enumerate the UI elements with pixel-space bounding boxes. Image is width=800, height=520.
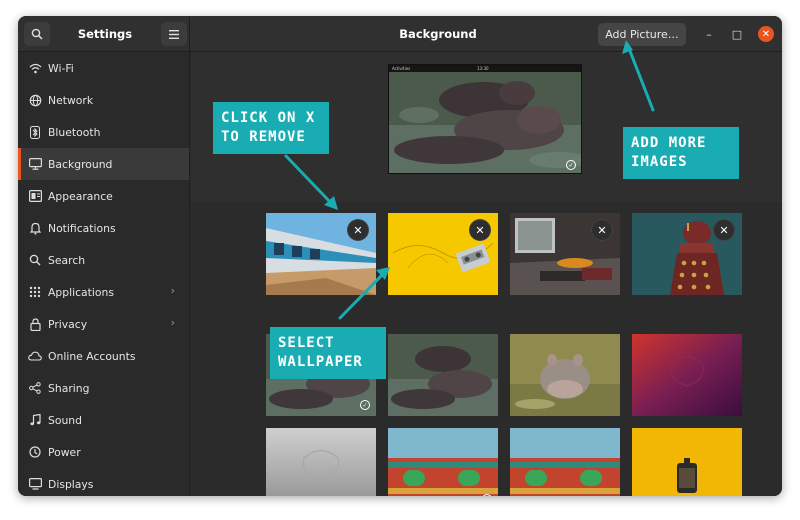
- hippo-wallpaper-image: [388, 334, 498, 416]
- bell-icon: [28, 221, 42, 235]
- sidebar-item-displays[interactable]: Displays: [18, 468, 189, 496]
- add-picture-button[interactable]: Add Picture…: [598, 23, 686, 46]
- colorful-pattern-wallpaper-image: [510, 428, 620, 496]
- purple-gradient-wallpaper-image: [632, 334, 742, 416]
- sidebar-item-wifi[interactable]: Wi-Fi: [18, 52, 189, 84]
- close-button[interactable]: ✕: [758, 26, 774, 42]
- sidebar-item-label: Notifications: [48, 221, 116, 235]
- preview-activities-label: Activities: [392, 66, 411, 71]
- hippo-wallpaper-preview: [389, 65, 581, 173]
- sidebar-item-online-accounts[interactable]: Online Accounts: [18, 340, 189, 372]
- sidebar-item-privacy[interactable]: Privacy ›: [18, 308, 189, 340]
- sidebar-item-label: Background: [48, 157, 113, 171]
- colorful-pattern-wallpaper-image: [388, 428, 498, 496]
- sidebar-item-label: Privacy: [48, 317, 88, 331]
- header-bar: Settings Background Add Picture… – □ ✕: [18, 16, 782, 52]
- sidebar-item-label: Search: [48, 253, 86, 267]
- sidebar-item-power[interactable]: Power: [18, 436, 189, 468]
- sidebar-item-label: Power: [48, 445, 81, 459]
- wallpaper-thumb-record-player[interactable]: ✕: [510, 213, 620, 295]
- power-icon: [28, 445, 42, 459]
- music-note-icon: [28, 413, 42, 427]
- wallpaper-thumb-grey[interactable]: [266, 428, 376, 496]
- callout-line: WALLPAPER: [278, 354, 363, 370]
- remove-wallpaper-button[interactable]: ✕: [591, 219, 613, 241]
- settings-window: Settings Background Add Picture… – □ ✕ W…: [18, 16, 782, 496]
- remove-wallpaper-button[interactable]: ✕: [347, 219, 369, 241]
- sidebar: Wi-Fi Network Bluetooth Background Appea…: [18, 52, 190, 496]
- film-canister-wallpaper-image: [632, 428, 742, 496]
- cloud-icon: [28, 349, 42, 363]
- sidebar-item-label: Applications: [48, 285, 114, 299]
- callout-line: CLICK ON X: [221, 110, 316, 126]
- network-icon: [28, 93, 42, 107]
- wallpaper-thumb-hippos-2[interactable]: [388, 334, 498, 416]
- preview-clock-label: 13:30: [477, 66, 489, 71]
- callout-line: SELECT: [278, 335, 335, 351]
- sidebar-item-background[interactable]: Background: [18, 148, 189, 180]
- window-title: Background: [399, 27, 477, 41]
- sidebar-item-search[interactable]: Search: [18, 244, 189, 276]
- wifi-icon: [28, 61, 42, 75]
- wallpaper-thumb-pattern-1[interactable]: ✓: [388, 428, 498, 496]
- selected-check-icon: ✓: [566, 160, 576, 170]
- selected-check-icon: ✓: [360, 400, 370, 410]
- maximize-button[interactable]: □: [729, 26, 745, 42]
- hippo-water-wallpaper-image: [510, 334, 620, 416]
- chevron-right-icon: ›: [170, 316, 175, 329]
- sidebar-item-bluetooth[interactable]: Bluetooth: [18, 116, 189, 148]
- hamburger-menu-icon: [169, 29, 179, 39]
- remove-wallpaper-button[interactable]: ✕: [713, 219, 735, 241]
- appearance-icon: [28, 189, 42, 203]
- sidebar-item-label: Sound: [48, 413, 82, 427]
- display-icon: [28, 477, 42, 491]
- search-icon: [31, 28, 43, 40]
- callout-line: TO REMOVE: [221, 129, 306, 145]
- sidebar-item-label: Bluetooth: [48, 125, 101, 139]
- sidebar-item-label: Online Accounts: [48, 349, 136, 363]
- preview-top-bar: Activities 13:30: [389, 65, 581, 72]
- wallpaper-thumb-cassette[interactable]: ✕: [388, 213, 498, 295]
- sidebar-item-sharing[interactable]: Sharing: [18, 372, 189, 404]
- apps-grid-icon: [28, 285, 42, 299]
- callout-select-wallpaper: SELECT WALLPAPER: [270, 327, 386, 379]
- grey-gradient-wallpaper-image: [266, 428, 376, 496]
- wallpaper-thumb-train[interactable]: ✕: [266, 213, 376, 295]
- sidebar-item-sound[interactable]: Sound: [18, 404, 189, 436]
- sidebar-item-appearance[interactable]: Appearance: [18, 180, 189, 212]
- wallpaper-thumb-pattern-2[interactable]: [510, 428, 620, 496]
- lock-icon: [28, 317, 42, 331]
- bluetooth-icon: [28, 125, 42, 139]
- sidebar-item-label: Network: [48, 93, 94, 107]
- monitor-icon: [28, 157, 42, 171]
- sidebar-header: Settings: [18, 16, 190, 52]
- menu-button[interactable]: [161, 22, 187, 46]
- sidebar-item-notifications[interactable]: Notifications: [18, 212, 189, 244]
- settings-title: Settings: [77, 27, 133, 41]
- wallpaper-thumb-dalek[interactable]: ✕: [632, 213, 742, 295]
- sidebar-item-label: Displays: [48, 477, 94, 491]
- share-icon: [28, 381, 42, 395]
- remove-wallpaper-button[interactable]: ✕: [469, 219, 491, 241]
- callout-click-to-remove: CLICK ON X TO REMOVE: [213, 102, 329, 154]
- search-button[interactable]: [24, 22, 50, 46]
- callout-add-more-images: ADD MORE IMAGES: [623, 127, 739, 179]
- wallpaper-thumb-hippo-water[interactable]: [510, 334, 620, 416]
- wallpaper-thumb-purple[interactable]: [632, 334, 742, 416]
- current-background-preview: Activities 13:30 ✓: [388, 64, 582, 174]
- wallpaper-thumb-film[interactable]: [632, 428, 742, 496]
- sidebar-item-applications[interactable]: Applications ›: [18, 276, 189, 308]
- callout-line: IMAGES: [631, 154, 688, 170]
- sidebar-item-label: Appearance: [48, 189, 113, 203]
- sidebar-item-label: Sharing: [48, 381, 90, 395]
- chevron-right-icon: ›: [170, 284, 175, 297]
- sidebar-item-network[interactable]: Network: [18, 84, 189, 116]
- search-icon: [28, 253, 42, 267]
- callout-line: ADD MORE: [631, 135, 707, 151]
- sidebar-item-label: Wi-Fi: [48, 61, 74, 75]
- minimize-button[interactable]: –: [701, 26, 717, 42]
